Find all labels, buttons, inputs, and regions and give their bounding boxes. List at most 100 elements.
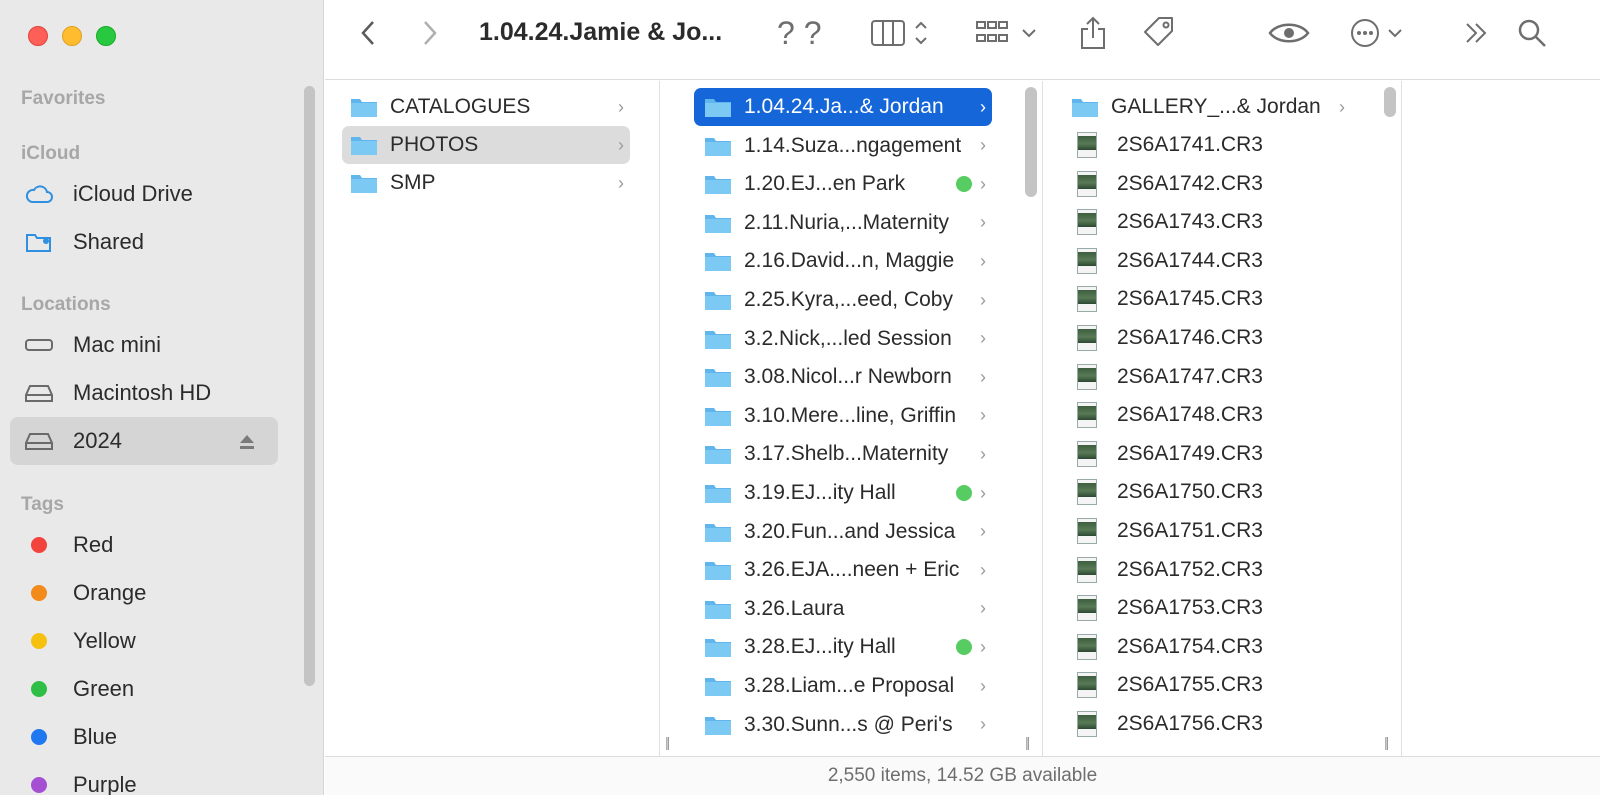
green-tag-icon — [956, 485, 972, 501]
minimize-window-button[interactable] — [62, 26, 82, 46]
tags-header: Tags — [21, 494, 64, 515]
tag-icon — [1142, 16, 1176, 55]
green-tag-icon — [31, 681, 47, 697]
file-row[interactable]: 2S6A1744.CR3 — [1061, 242, 1351, 280]
green-tag-icon — [956, 639, 972, 656]
back-button[interactable] — [353, 14, 383, 56]
image-thumbnail-icon — [1077, 479, 1097, 506]
file-row[interactable]: 2S6A1754.CR3 — [1061, 628, 1351, 666]
folder-icon — [705, 292, 731, 310]
folder-row[interactable]: 1.14.Suza...ngagement › — [694, 127, 992, 165]
chevron-right-icon: › — [980, 366, 986, 387]
column-resize-handle[interactable]: || — [1025, 734, 1030, 750]
sidebar-tag-red[interactable]: Red — [10, 521, 278, 569]
sidebar-item-label: Shared — [73, 229, 144, 254]
folder-row[interactable]: 1.20.EJ...en Park › — [694, 165, 992, 203]
column-3-scrollbar[interactable] — [1384, 87, 1396, 117]
sidebar-item-mac-mini[interactable]: Mac mini — [10, 321, 278, 369]
file-row[interactable]: 2S6A1755.CR3 — [1061, 666, 1351, 704]
folder-row[interactable]: 2.16.David...n, Maggie › — [694, 242, 992, 280]
column-2: 1.04.24.Ja...& Jordan › 1.14.Suza...ngagem… — [684, 81, 1043, 756]
chevron-right-icon: › — [618, 134, 624, 155]
column-resize-handle[interactable]: || — [1384, 734, 1389, 750]
list-item-photos[interactable]: PHOTOS › — [342, 126, 630, 164]
help-button[interactable]: ? ? — [773, 14, 843, 56]
file-label: 2S6A1754.CR3 — [1117, 634, 1263, 658]
file-row[interactable]: 2S6A1753.CR3 — [1061, 589, 1351, 627]
list-item-label: CATALOGUES — [390, 95, 531, 118]
share-button[interactable] — [1077, 14, 1109, 56]
group-button[interactable] — [975, 14, 1047, 56]
file-row[interactable]: 2S6A1756.CR3 — [1061, 705, 1351, 743]
sidebar-item-2024[interactable]: 2024 — [10, 417, 278, 465]
tag-button[interactable] — [1141, 14, 1177, 56]
column-2-scrollbar[interactable] — [1025, 87, 1037, 197]
folder-row[interactable]: 3.30.Sunn...s @ Peri's › — [694, 706, 992, 744]
image-thumbnail-icon — [1077, 325, 1097, 351]
file-row[interactable]: 2S6A1742.CR3 — [1061, 165, 1351, 203]
sidebar-scrollbar[interactable] — [304, 86, 315, 686]
file-row[interactable]: 2S6A1746.CR3 — [1061, 319, 1351, 357]
search-button[interactable] — [1515, 14, 1549, 56]
folder-icon — [705, 678, 731, 696]
toolbar-overflow-button[interactable] — [1461, 14, 1491, 56]
folder-row[interactable]: 3.28.Liam...e Proposal › — [694, 667, 992, 705]
file-row[interactable]: 2S6A1750.CR3 — [1061, 473, 1351, 511]
folder-row[interactable]: 3.10.Mere...line, Griffin › — [694, 397, 992, 435]
file-row[interactable]: 2S6A1749.CR3 — [1061, 435, 1351, 473]
image-thumbnail-icon — [1077, 247, 1097, 274]
sidebar-tag-orange[interactable]: Orange — [10, 569, 278, 617]
folder-row[interactable]: 1.04.24.Ja...& Jordan › — [694, 88, 992, 126]
sidebar-item-shared[interactable]: Shared — [10, 218, 278, 266]
folder-row[interactable]: 2.11.Nuria,...Maternity › — [694, 204, 992, 242]
image-thumbnail-icon — [1077, 595, 1097, 622]
folder-label: 1.20.EJ...en Park — [744, 172, 906, 196]
sidebar-item-label: 2024 — [73, 428, 122, 453]
sidebar-tag-yellow[interactable]: Yellow — [10, 617, 278, 665]
image-thumbnail-icon — [1077, 518, 1097, 544]
forward-button[interactable] — [415, 14, 445, 56]
sidebar-item-icloud-drive[interactable]: iCloud Drive — [10, 170, 278, 218]
sidebar-tag-purple[interactable]: Purple — [10, 761, 278, 795]
file-row[interactable]: 2S6A1741.CR3 — [1061, 126, 1351, 164]
chevron-right-icon: › — [980, 521, 986, 542]
chevron-right-icon: › — [618, 172, 624, 193]
folder-label: 3.30.Sunn...s @ Peri's — [744, 712, 953, 736]
file-row[interactable]: 2S6A1745.CR3 — [1061, 280, 1351, 318]
file-row[interactable]: 2S6A1743.CR3 — [1061, 203, 1351, 241]
search-icon — [1517, 18, 1547, 53]
gallery-folder-row[interactable]: GALLERY_...& Jordan › — [1061, 88, 1351, 126]
close-window-button[interactable] — [28, 26, 48, 46]
view-mode-button[interactable] — [870, 14, 940, 56]
file-row[interactable]: 2S6A1748.CR3 — [1061, 396, 1351, 434]
chevron-right-icon: › — [618, 96, 624, 117]
sidebar-tag-green[interactable]: Green — [10, 665, 278, 713]
folder-row[interactable]: 3.17.Shelb...Maternity › — [694, 435, 992, 473]
sidebar-tag-blue[interactable]: Blue — [10, 713, 278, 761]
folder-row[interactable]: 3.2.Nick,...led Session › — [694, 320, 992, 358]
folder-label: 3.10.Mere...line, Griffin — [744, 403, 957, 427]
folder-row[interactable]: 3.08.Nicol...r Newborn › — [694, 358, 992, 396]
file-row[interactable]: 2S6A1747.CR3 — [1061, 358, 1351, 396]
list-item-catalogues[interactable]: CATALOGUES › — [342, 88, 630, 126]
list-item-smp[interactable]: SMP › — [342, 164, 630, 202]
folder-row[interactable]: 3.28.EJ...ity Hall › — [694, 628, 992, 666]
zoom-window-button[interactable] — [96, 26, 116, 46]
file-row[interactable]: 2S6A1751.CR3 — [1061, 512, 1351, 550]
file-row[interactable]: 2S6A1752.CR3 — [1061, 551, 1351, 589]
folder-row[interactable]: 2.25.Kyra,...eed, Coby › — [694, 281, 992, 319]
folder-label: 3.2.Nick,...led Session — [744, 326, 952, 350]
chevron-right-icon: › — [980, 405, 986, 426]
sidebar-item-macintosh-hd[interactable]: Macintosh HD — [10, 369, 278, 417]
folder-icon — [705, 137, 731, 156]
folder-row[interactable]: 3.26.Laura › — [694, 590, 992, 628]
quicklook-button[interactable] — [1267, 14, 1311, 56]
column-resize-handle[interactable]: || — [665, 734, 670, 750]
more-actions-button[interactable] — [1349, 14, 1411, 56]
eject-icon[interactable] — [238, 431, 256, 457]
folder-row[interactable]: 3.19.EJ...ity Hall › — [694, 474, 992, 512]
folder-row[interactable]: 3.26.EJA....neen + Eric › — [694, 551, 992, 589]
file-label: 2S6A1747.CR3 — [1117, 364, 1263, 388]
folder-row[interactable]: 3.20.Fun...and Jessica › — [694, 513, 992, 551]
folder-icon — [705, 99, 731, 117]
